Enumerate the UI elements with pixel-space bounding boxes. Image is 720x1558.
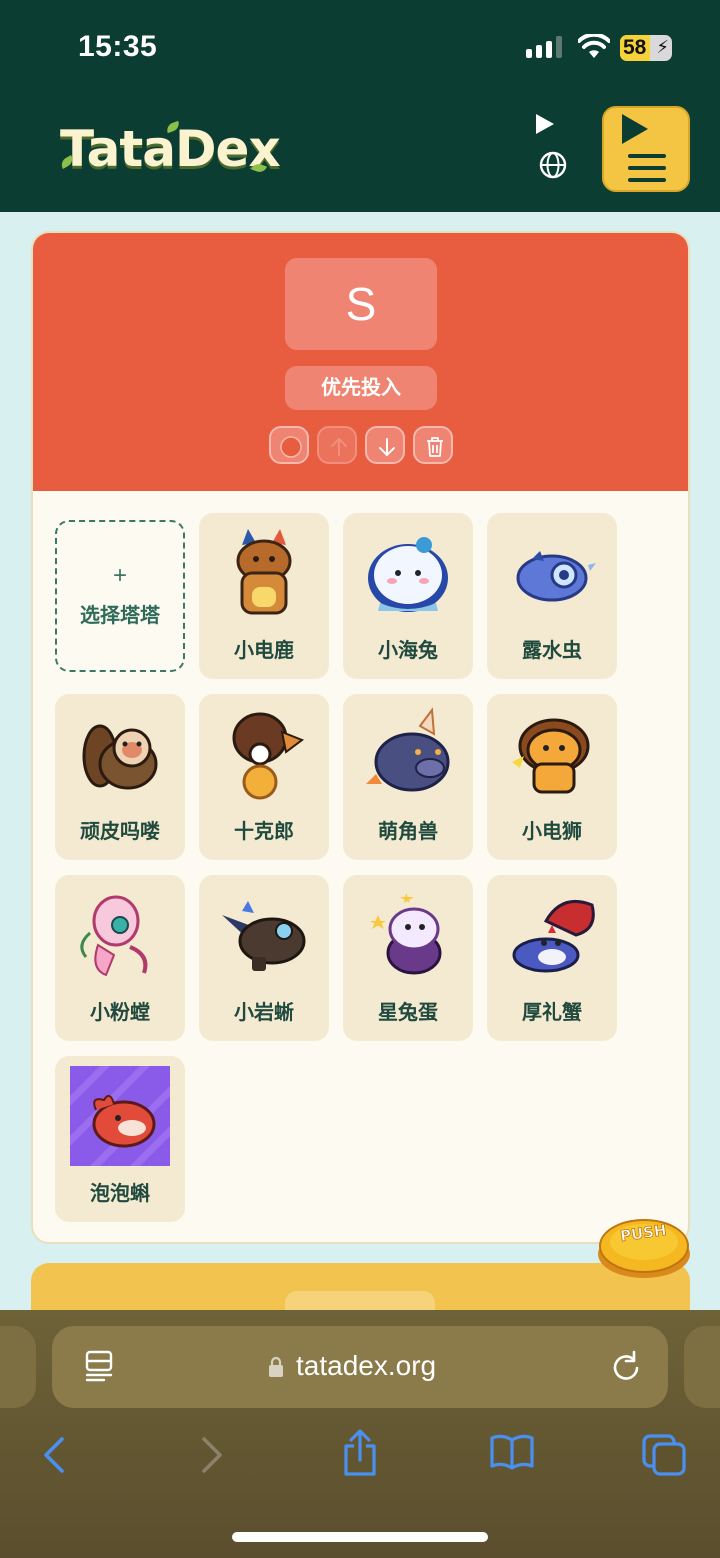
move-up-button[interactable] [317, 426, 357, 464]
lock-icon [269, 1356, 283, 1377]
address-bar[interactable]: tatadex.org [52, 1326, 668, 1408]
select-creature-tile[interactable]: + 选择塔塔 [55, 520, 185, 672]
cellular-signal-icon [526, 36, 562, 58]
plus-icon: + [112, 562, 127, 589]
creature-tile[interactable]: 小粉螳 [55, 875, 185, 1041]
creature-tile[interactable]: 星兔蛋 [343, 875, 473, 1041]
status-time: 15:35 [78, 30, 158, 63]
sea-bunny-creature-icon [368, 537, 448, 612]
lion-creature-icon [512, 718, 590, 794]
back-icon[interactable] [40, 1435, 70, 1475]
wifi-icon [578, 34, 610, 58]
monkey-creature-icon [82, 724, 158, 790]
app-header: TataDex [0, 90, 720, 212]
creature-name: 露水虫 [522, 640, 582, 662]
forward-icon[interactable] [196, 1435, 226, 1475]
select-creature-label: 选择塔塔 [80, 605, 160, 627]
creature-name: 小岩蜥 [234, 1002, 294, 1024]
creature-name: 小电狮 [522, 821, 582, 843]
dew-bug-creature-icon [516, 551, 596, 602]
star-egg-creature-icon [370, 893, 442, 975]
share-icon[interactable] [340, 1428, 380, 1478]
creature-tile[interactable]: 露水虫 [487, 513, 617, 679]
next-tab-pill[interactable] [684, 1326, 720, 1408]
reader-mode-icon[interactable] [84, 1350, 114, 1382]
creature-tile[interactable]: 顽皮吗喽 [55, 694, 185, 860]
delete-tier-button[interactable] [413, 426, 453, 464]
trash-icon [427, 437, 443, 457]
creature-tile[interactable]: 小海兔 [343, 513, 473, 679]
horned-beast-creature-icon [366, 707, 450, 792]
creature-tile[interactable]: 十克郎 [199, 694, 329, 860]
tier-label[interactable]: 优先投入 [285, 366, 437, 410]
play-icon[interactable] [536, 114, 554, 134]
tier-header: S 优先投入 [33, 233, 688, 491]
tier-card-s: S 优先投入 + 选择塔塔 小电鹿 小海兔 露水虫 顽皮吗喽 十克郎 萌角兽 小… [31, 231, 690, 1244]
creature-tile[interactable]: 萌角兽 [343, 694, 473, 860]
creature-name: 十克郎 [234, 821, 294, 843]
bubble-tadpole-creature-icon [70, 1066, 170, 1166]
creature-name: 小粉螳 [90, 1002, 150, 1024]
color-picker-button[interactable] [269, 426, 309, 464]
battery-level: 58 [623, 36, 647, 59]
deer-creature-icon [236, 529, 292, 615]
menu-button[interactable] [602, 106, 690, 192]
bookmarks-icon[interactable] [488, 1432, 536, 1472]
crab-creature-icon [512, 900, 595, 973]
creature-name: 厚礼蟹 [522, 1002, 582, 1024]
shell-creature-icon [232, 712, 305, 800]
creature-name: 萌角兽 [378, 821, 438, 843]
globe-icon[interactable] [538, 150, 568, 180]
tier-letter[interactable]: S [285, 258, 437, 350]
color-dot-icon [280, 436, 302, 458]
creature-name: 顽皮吗喽 [80, 821, 160, 843]
url-text: tatadex.org [296, 1350, 437, 1381]
creature-name: 星兔蛋 [378, 1002, 438, 1024]
tabs-icon[interactable] [640, 1432, 688, 1476]
play-icon [622, 114, 648, 144]
reload-icon[interactable] [612, 1350, 642, 1382]
push-button[interactable]: PUSH [596, 1208, 692, 1280]
pink-mantis-creature-icon [80, 895, 148, 977]
battery-icon: 58 ⚡ [620, 35, 672, 61]
creature-tile[interactable]: 小岩蜥 [199, 875, 329, 1041]
creature-tile[interactable]: 泡泡蝌 [55, 1056, 185, 1222]
creature-name: 小海兔 [378, 640, 438, 662]
previous-tab-pill[interactable] [0, 1326, 36, 1408]
creature-tile[interactable]: 厚礼蟹 [487, 875, 617, 1041]
arrow-up-icon [331, 437, 347, 456]
arrow-down-icon [379, 438, 395, 457]
creature-name: 小电鹿 [234, 640, 294, 662]
creature-name: 泡泡蝌 [90, 1183, 150, 1205]
move-down-button[interactable] [365, 426, 405, 464]
creature-tile[interactable]: 小电鹿 [199, 513, 329, 679]
home-indicator [232, 1532, 488, 1542]
browser-toolbar: tatadex.org [0, 1310, 720, 1558]
status-bar: 15:35 58 ⚡ [0, 0, 720, 90]
rock-lizard-creature-icon [222, 901, 306, 971]
creature-tile[interactable]: 小电狮 [487, 694, 617, 860]
